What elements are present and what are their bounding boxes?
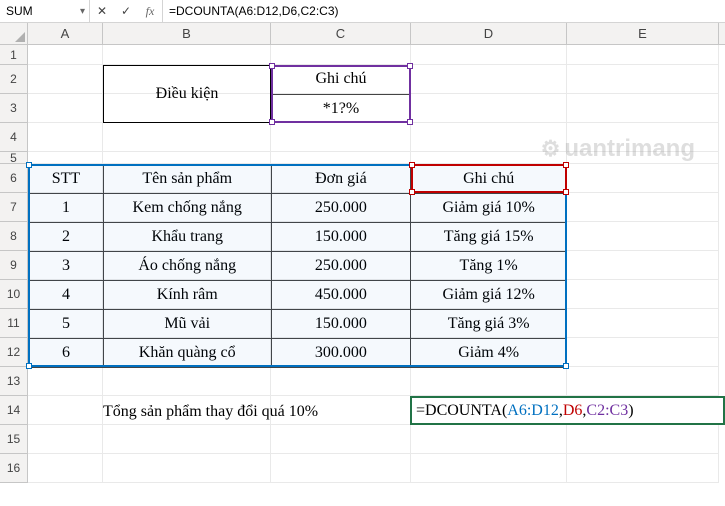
cell[interactable] — [567, 280, 719, 309]
cell[interactable] — [271, 123, 411, 152]
row-header-10[interactable]: 10 — [0, 280, 28, 309]
select-all-corner[interactable] — [0, 23, 28, 44]
cell[interactable] — [28, 367, 103, 396]
cell[interactable] — [567, 425, 719, 454]
cell[interactable] — [271, 45, 411, 65]
cell[interactable] — [28, 94, 103, 123]
cell[interactable] — [271, 425, 411, 454]
cell[interactable] — [28, 152, 103, 164]
cell[interactable] — [103, 454, 271, 483]
cell[interactable] — [567, 367, 719, 396]
cell[interactable] — [567, 123, 719, 152]
cell[interactable] — [567, 45, 719, 65]
active-cell-D14[interactable]: =DCOUNTA(A6:D12,D6,C2:C3) — [410, 396, 725, 425]
cell[interactable] — [411, 367, 567, 396]
cell[interactable] — [567, 309, 719, 338]
cell[interactable] — [411, 65, 567, 94]
name-box[interactable]: SUM ▾ — [0, 0, 90, 22]
cell[interactable] — [28, 65, 103, 94]
cell[interactable] — [567, 222, 719, 251]
range-highlight-D6 — [411, 164, 567, 193]
row-header-14[interactable]: 14 — [0, 396, 28, 425]
cell[interactable] — [271, 454, 411, 483]
column-header-A[interactable]: A — [28, 23, 103, 44]
cell[interactable] — [567, 251, 719, 280]
range-highlight-C2-C3 — [271, 65, 411, 123]
column-header-D[interactable]: D — [411, 23, 567, 44]
row-5: 5 — [0, 152, 725, 164]
cell[interactable] — [103, 65, 271, 94]
range-highlight-A6-D12 — [28, 164, 567, 367]
cell[interactable] — [271, 152, 411, 164]
row-13: 13 — [0, 367, 725, 396]
cell[interactable] — [28, 454, 103, 483]
cell[interactable] — [567, 338, 719, 367]
grid[interactable]: 12345678910111213141516 Điều kiện Ghi ch… — [0, 45, 725, 483]
row-16: 16 — [0, 454, 725, 483]
cell[interactable] — [411, 94, 567, 123]
row-header-5[interactable]: 5 — [0, 152, 28, 164]
cell[interactable] — [411, 425, 567, 454]
cell[interactable] — [103, 367, 271, 396]
row-4: 4 — [0, 123, 725, 152]
cell[interactable] — [103, 123, 271, 152]
row-header-12[interactable]: 12 — [0, 338, 28, 367]
row-15: 15 — [0, 425, 725, 454]
cell[interactable] — [28, 425, 103, 454]
formula-input[interactable]: =DCOUNTA(A6:D12,D6,C2:C3) — [163, 0, 725, 22]
row-header-15[interactable]: 15 — [0, 425, 28, 454]
summary-label: Tổng sản phẩm thay đổi quá 10% — [103, 403, 318, 421]
formula-display: =DCOUNTA(A6:D12,D6,C2:C3) — [416, 402, 634, 420]
row-header-3[interactable]: 3 — [0, 94, 28, 123]
row-header-16[interactable]: 16 — [0, 454, 28, 483]
cell[interactable] — [411, 454, 567, 483]
row-header-8[interactable]: 8 — [0, 222, 28, 251]
cancel-icon[interactable]: ✕ — [90, 0, 114, 22]
cell[interactable] — [28, 45, 103, 65]
cell[interactable] — [567, 164, 719, 193]
cell[interactable] — [411, 45, 567, 65]
row-header-2[interactable]: 2 — [0, 65, 28, 94]
cell[interactable] — [567, 152, 719, 164]
row-header-11[interactable]: 11 — [0, 309, 28, 338]
cell[interactable] — [103, 94, 271, 123]
cell[interactable] — [103, 45, 271, 65]
column-header-B[interactable]: B — [103, 23, 271, 44]
name-box-dropdown-icon[interactable]: ▾ — [80, 6, 85, 17]
row-header-1[interactable]: 1 — [0, 45, 28, 65]
cell[interactable] — [567, 65, 719, 94]
confirm-icon[interactable]: ✓ — [114, 0, 138, 22]
cell[interactable] — [28, 123, 103, 152]
cell[interactable] — [103, 425, 271, 454]
row-header-6[interactable]: 6 — [0, 164, 28, 193]
cell[interactable] — [271, 367, 411, 396]
formula-bar: SUM ▾ ✕ ✓ fx =DCOUNTA(A6:D12,D6,C2:C3) — [0, 0, 725, 23]
fx-icon[interactable]: fx — [138, 0, 162, 22]
cell[interactable] — [103, 152, 271, 164]
cell[interactable] — [411, 152, 567, 164]
row-header-9[interactable]: 9 — [0, 251, 28, 280]
row-header-4[interactable]: 4 — [0, 123, 28, 152]
cell[interactable] — [411, 123, 567, 152]
column-header-C[interactable]: C — [271, 23, 411, 44]
row-header-7[interactable]: 7 — [0, 193, 28, 222]
cell[interactable] — [567, 454, 719, 483]
formula-button-group: ✕ ✓ fx — [90, 0, 163, 22]
row-1: 1 — [0, 45, 725, 65]
cell[interactable] — [567, 94, 719, 123]
formula-text: =DCOUNTA(A6:D12,D6,C2:C3) — [169, 4, 339, 18]
row-header-13[interactable]: 13 — [0, 367, 28, 396]
name-box-value: SUM — [6, 4, 33, 18]
column-headers: A B C D E — [0, 23, 725, 45]
column-header-E[interactable]: E — [567, 23, 719, 44]
cell[interactable] — [28, 396, 103, 425]
cell[interactable] — [567, 193, 719, 222]
